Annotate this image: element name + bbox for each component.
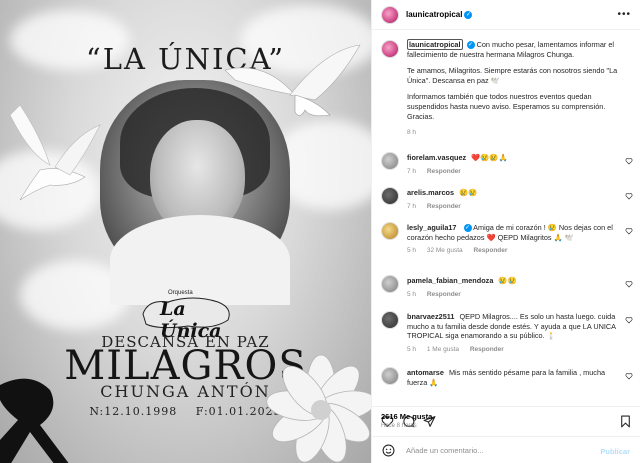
comment-input[interactable] xyxy=(406,445,596,455)
reply-button[interactable]: Responder xyxy=(427,291,461,298)
verified-icon: ✓ xyxy=(464,10,473,19)
like-comment-heart-icon[interactable] xyxy=(625,227,633,235)
post-header: launicatropical ✓ ••• xyxy=(372,0,640,30)
emoji-icon[interactable] xyxy=(382,444,395,457)
comment-avatar[interactable] xyxy=(381,187,399,205)
comment-username[interactable]: antomarse xyxy=(407,368,444,377)
caption-avatar[interactable] xyxy=(381,40,399,58)
post-side-panel: launicatropical ✓ ••• launicatropical ✓ … xyxy=(371,0,640,463)
comment-username[interactable]: fiorelam.vasquez xyxy=(407,153,466,162)
post-image[interactable]: “LA ÚNICA” Orquesta La Única DESCANSA EN… xyxy=(0,0,371,463)
like-comment-heart-icon[interactable] xyxy=(625,157,633,165)
likes-count[interactable]: 2616 Me gusta xyxy=(381,412,432,421)
comment-avatar[interactable] xyxy=(381,311,399,329)
comment-item: antomarse Mis más sentido pésame para la… xyxy=(381,367,633,387)
comment-text: 😢😢 xyxy=(459,188,478,197)
verified-icon: ✓ xyxy=(466,41,475,50)
comment-likes[interactable]: 1 Me gusta xyxy=(427,346,459,353)
like-comment-heart-icon[interactable] xyxy=(625,316,633,324)
comment-username[interactable]: arelis.marcos xyxy=(407,188,454,197)
comment-item: fiorelam.vasquez ❤️😢😢🙏 7 h Responder xyxy=(381,152,633,175)
more-icon[interactable]: ••• xyxy=(617,9,631,20)
caption-line-2: Te amamos, Milagritos. Siempre estarás c… xyxy=(407,66,618,85)
caption-time: 8 h xyxy=(407,129,417,137)
dove-left-icon xyxy=(9,104,101,201)
comment-time: 5 h xyxy=(407,345,417,353)
comment-time: 5 h xyxy=(407,247,417,255)
comments-scroll-area[interactable]: launicatropical ✓ Con mucho pesar, lamen… xyxy=(372,30,640,406)
comment-avatar[interactable] xyxy=(381,222,399,240)
comment-text: 😢😢 xyxy=(498,276,517,285)
verified-icon: ✓ xyxy=(463,224,472,233)
post-actions-bar xyxy=(372,406,640,436)
comment-item: bnarvaez2511 QEPD Milagros.... Es solo u… xyxy=(381,311,633,353)
comment-username[interactable]: bnarvaez2511 xyxy=(407,312,454,321)
comment-username[interactable]: pamela_fabian_mendoza xyxy=(407,276,493,285)
caption-username[interactable]: launicatropical xyxy=(407,39,463,50)
comment-likes[interactable]: 32 Me gusta xyxy=(427,247,463,254)
comment-avatar[interactable] xyxy=(381,367,399,385)
logo-small-text: Orquesta xyxy=(168,290,193,296)
comment-item: arelis.marcos 😢😢 7 h Responder xyxy=(381,187,633,210)
band-logo: Orquesta La Única xyxy=(138,290,234,342)
mourning-ribbon-icon xyxy=(0,378,69,463)
save-icon[interactable] xyxy=(619,415,632,428)
post-caption: launicatropical ✓ Con mucho pesar, lamen… xyxy=(381,39,633,136)
add-comment-bar: Publicar xyxy=(372,436,640,463)
reply-button[interactable]: Responder xyxy=(470,346,504,353)
reply-button[interactable]: Responder xyxy=(427,203,461,210)
like-comment-heart-icon[interactable] xyxy=(625,372,633,380)
like-comment-heart-icon[interactable] xyxy=(625,280,633,288)
reply-button[interactable]: Responder xyxy=(427,168,461,175)
flower-icon xyxy=(266,354,371,463)
comment-avatar[interactable] xyxy=(381,152,399,170)
comment-text: ❤️😢😢🙏 xyxy=(471,153,508,162)
comment-time: 5 h xyxy=(407,290,417,298)
reply-button[interactable]: Responder xyxy=(473,247,507,254)
author-avatar[interactable] xyxy=(381,5,399,24)
caption-line-3: Informamos también que todos nuestros ev… xyxy=(407,92,606,121)
posted-time: Hace 8 horas xyxy=(381,423,417,429)
comment-time: 7 h xyxy=(407,202,417,210)
comment-avatar[interactable] xyxy=(381,275,399,293)
like-comment-heart-icon[interactable] xyxy=(625,192,633,200)
comment-item: lesly_aguila17 ✓ Amiga de mi corazón ! 😢… xyxy=(381,222,633,254)
comment-item: pamela_fabian_mendoza 😢😢 5 h Responder xyxy=(381,275,633,298)
comment-time: 7 h xyxy=(407,167,417,175)
publish-button[interactable]: Publicar xyxy=(600,447,630,456)
comment-username[interactable]: lesly_aguila17 xyxy=(407,223,457,232)
author-username[interactable]: launicatropical xyxy=(406,10,462,19)
